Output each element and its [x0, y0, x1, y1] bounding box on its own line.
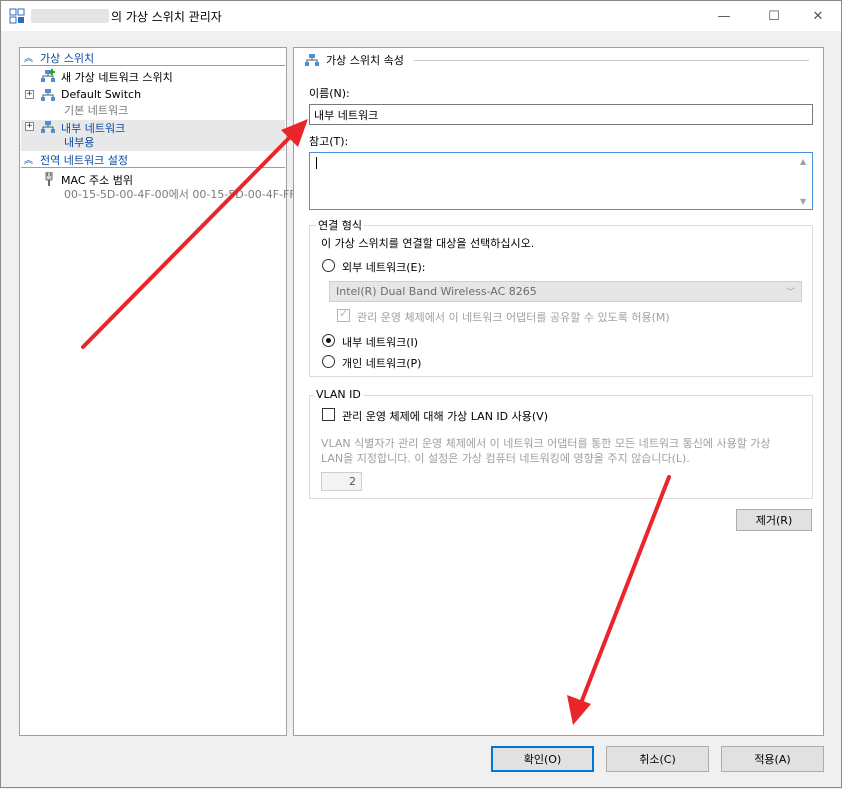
share-adapter-checkbox[interactable] [337, 307, 350, 322]
notes-scrollbar[interactable]: ▲ ▼ [796, 153, 812, 209]
scroll-up-icon[interactable]: ▲ [800, 157, 806, 166]
redacted-host-name [31, 9, 109, 23]
switch-tree: ︽ 가상 스위치 새 가상 네트워크 스위치 + Default Switch [19, 47, 296, 736]
mac-range-value: 00-15-5D-00-4F-00에서 00-15-5D-00-4F-FF [64, 188, 296, 201]
apply-button[interactable]: 적용(A) [721, 746, 824, 772]
network-plug-icon [45, 172, 53, 186]
vlan-group-label: VLAN ID [314, 388, 363, 401]
switch-manager-app-icon [9, 8, 25, 24]
collapse-chevron-icon: ︽ [24, 156, 34, 166]
tree-item-new-switch[interactable]: 새 가상 네트워크 스위치 [21, 69, 285, 85]
cancel-button[interactable]: 취소(C) [606, 746, 709, 772]
tree-item-label: 새 가상 네트워크 스위치 [61, 71, 173, 84]
tree-item-label: Default Switch [61, 88, 142, 101]
adapter-selected-value: Intel(R) Dual Band Wireless-AC 8265 [336, 285, 537, 298]
maximize-button[interactable]: ☐ [751, 1, 797, 31]
share-adapter-label: 관리 운영 체제에서 이 네트워크 어댑터를 공유할 수 있도록 허용(M) [357, 311, 670, 324]
network-switch-icon [41, 89, 55, 101]
external-network-radio[interactable] [322, 259, 335, 272]
tree-section-label: 전역 네트워크 설정 [40, 153, 128, 167]
vlan-description-line1: VLAN 식별자가 관리 운영 체제에서 이 네트워크 어댑터를 통한 모든 네… [321, 437, 771, 450]
connection-type-label: 연결 형식 [316, 217, 364, 233]
tree-section-virtual-switches[interactable]: ︽ 가상 스위치 [21, 50, 285, 66]
tree-item-sublabel: 기본 네트워크 [64, 104, 129, 117]
virtual-switch-manager-window: 의 가상 스위치 관리자 — ☐ ✕ ︽ 가상 스위치 새 가상 네트워크 스위… [0, 0, 842, 788]
scroll-down-icon[interactable]: ▼ [800, 197, 806, 206]
close-button[interactable]: ✕ [795, 1, 841, 31]
notes-label: 참고(T): [309, 135, 349, 148]
name-label: 이름(N): [309, 87, 350, 100]
chevron-down-icon: ﹀ [785, 288, 795, 298]
remove-button[interactable]: 제거(R) [736, 509, 812, 531]
header-divider [414, 60, 809, 61]
connection-instruction: 이 가상 스위치를 연결할 대상을 선택하십시오. [321, 237, 535, 250]
switch-name-input[interactable] [309, 104, 813, 125]
internal-network-label[interactable]: 내부 네트워크(I) [342, 334, 418, 350]
tree-item-default-switch[interactable]: + Default Switch 기본 네트워크 [21, 88, 285, 118]
switch-properties-panel: 가상 스위치 속성 이름(N): 참고(T): ▲ ▼ 연결 형식 이 가상 스… [293, 47, 824, 736]
notes-textarea[interactable]: ▲ ▼ [309, 152, 813, 210]
internal-network-radio[interactable] [322, 334, 335, 347]
vlan-enable-checkbox[interactable] [322, 408, 335, 421]
tree-item-mac-range[interactable]: MAC 주소 범위 00-15-5D-00-4F-00에서 00-15-5D-0… [21, 172, 296, 202]
expand-plus-icon[interactable]: + [25, 122, 34, 131]
properties-title: 가상 스위치 속성 [326, 54, 404, 67]
window-title: 의 가상 스위치 관리자 [111, 10, 222, 24]
collapse-chevron-icon: ︽ [24, 54, 34, 64]
private-network-radio[interactable] [322, 355, 335, 368]
network-adapter-select[interactable]: Intel(R) Dual Band Wireless-AC 8265 ﹀ [329, 281, 802, 302]
vlan-id-stepper[interactable]: 2 [321, 472, 362, 491]
tree-section-global-network[interactable]: ︽ 전역 네트워크 설정 [21, 152, 285, 168]
text-caret [316, 157, 317, 169]
new-switch-icon [41, 69, 55, 82]
title-bar: 의 가상 스위치 관리자 — ☐ ✕ [1, 1, 841, 31]
external-network-label[interactable]: 외부 네트워크(E): [342, 259, 425, 275]
ok-button[interactable]: 확인(O) [491, 746, 594, 772]
vlan-description-line2: LAN을 지정합니다. 이 설정은 가상 컴퓨터 네트워킹에 영향을 주지 않습… [321, 452, 690, 465]
properties-header: 가상 스위치 속성 [304, 52, 404, 68]
tree-item-sublabel: 내부용 [64, 136, 95, 149]
network-switch-icon [41, 121, 55, 133]
minimize-button[interactable]: — [701, 1, 747, 31]
private-network-label[interactable]: 개인 네트워크(P) [342, 355, 421, 371]
expand-plus-icon[interactable]: + [25, 90, 34, 99]
tree-item-internal-switch[interactable]: + 내부 네트워크 내부용 [21, 120, 285, 151]
tree-section-label: 가상 스위치 [40, 51, 95, 65]
network-switch-icon [305, 54, 319, 66]
vlan-enable-label[interactable]: 관리 운영 체제에 대해 가상 LAN ID 사용(V) [342, 408, 548, 424]
